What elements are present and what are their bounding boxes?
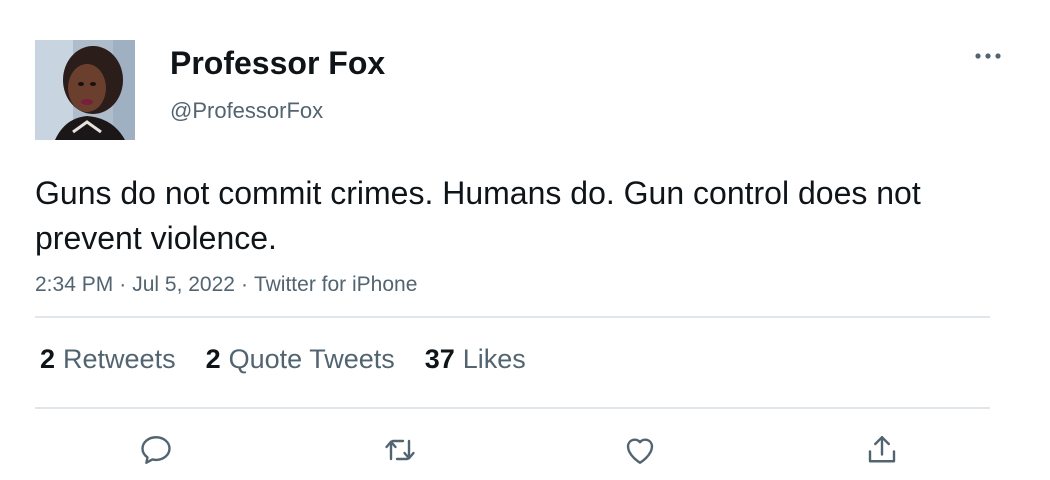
user-handle[interactable]: @ProfessorFox bbox=[170, 97, 323, 125]
retweets-label: Retweets bbox=[63, 344, 176, 374]
tweet-source[interactable]: Twitter for iPhone bbox=[254, 273, 417, 296]
meta-separator: · bbox=[240, 273, 248, 296]
tweet-time[interactable]: 2:34 PM bbox=[35, 273, 113, 296]
more-options-icon bbox=[975, 53, 1001, 59]
meta-separator: · bbox=[119, 273, 127, 296]
retweet-icon bbox=[385, 439, 415, 461]
share-icon bbox=[868, 436, 896, 463]
tweet-date[interactable]: Jul 5, 2022 bbox=[132, 273, 235, 296]
display-name[interactable]: Professor Fox bbox=[170, 44, 385, 82]
retweets-stat[interactable]: 2 Retweets bbox=[40, 342, 176, 376]
retweets-count: 2 bbox=[40, 344, 56, 374]
likes-stat[interactable]: 37 Likes bbox=[425, 342, 526, 376]
profile-photo bbox=[35, 40, 135, 140]
avatar[interactable] bbox=[35, 40, 135, 140]
tweet-meta: 2:34 PM · Jul 5, 2022 · Twitter for iPhone bbox=[35, 271, 417, 299]
likes-count: 37 bbox=[424, 344, 455, 374]
retweet-button[interactable] bbox=[380, 430, 420, 470]
quote-tweets-label: Quote Tweets bbox=[228, 344, 395, 374]
share-button[interactable] bbox=[862, 430, 902, 470]
like-icon bbox=[626, 438, 654, 464]
quote-tweets-count: 2 bbox=[205, 344, 221, 374]
reply-button[interactable] bbox=[136, 430, 176, 470]
quote-tweets-stat[interactable]: 2 Quote Tweets bbox=[206, 342, 395, 376]
tweet-text: Guns do not commit crimes. Humans do. Gu… bbox=[35, 175, 921, 256]
divider bbox=[35, 316, 990, 318]
like-button[interactable] bbox=[620, 430, 660, 470]
more-options-button[interactable] bbox=[968, 44, 1008, 68]
likes-label: Likes bbox=[462, 344, 526, 374]
reply-icon bbox=[141, 436, 171, 464]
engagement-stats: 2 Retweets 2 Quote Tweets 37 Likes bbox=[40, 342, 526, 376]
divider bbox=[35, 407, 990, 409]
